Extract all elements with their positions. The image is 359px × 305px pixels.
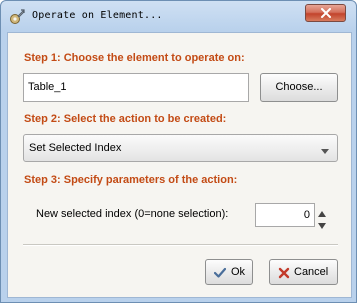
- element-name-field[interactable]: Table_1: [23, 73, 249, 102]
- wrench-gear-icon: [9, 9, 25, 25]
- ok-button[interactable]: Ok: [205, 259, 253, 285]
- dialog-window: Operate on Element... Step 1: Choose the…: [0, 0, 357, 303]
- action-select-value: Set Selected Index: [29, 142, 122, 154]
- x-mark-icon: [278, 267, 290, 279]
- step1-label: Step 1: Choose the element to operate on…: [24, 52, 245, 64]
- action-select[interactable]: Set Selected Index: [23, 134, 338, 162]
- cancel-button-label: Cancel: [294, 266, 329, 278]
- footer-divider: [23, 244, 338, 246]
- ok-button-label: Ok: [231, 266, 246, 278]
- chevron-down-icon: [320, 146, 330, 158]
- arrow-down-icon[interactable]: [317, 216, 327, 229]
- choose-button[interactable]: Choose...: [260, 73, 338, 102]
- window-title: Operate on Element...: [32, 10, 163, 21]
- cancel-button[interactable]: Cancel: [269, 259, 338, 285]
- close-button[interactable]: [305, 4, 346, 22]
- title-bar[interactable]: Operate on Element...: [1, 1, 356, 31]
- selected-index-label: New selected index (0=none selection):: [36, 208, 229, 220]
- dialog-content: Step 1: Choose the element to operate on…: [7, 32, 352, 298]
- step2-label: Step 2: Select the action to be created:: [24, 113, 227, 125]
- checkmark-icon: [213, 267, 227, 279]
- selected-index-input[interactable]: 0: [255, 203, 315, 227]
- arrow-up-icon[interactable]: [317, 204, 327, 217]
- step3-label: Step 3: Specify parameters of the action…: [24, 174, 238, 186]
